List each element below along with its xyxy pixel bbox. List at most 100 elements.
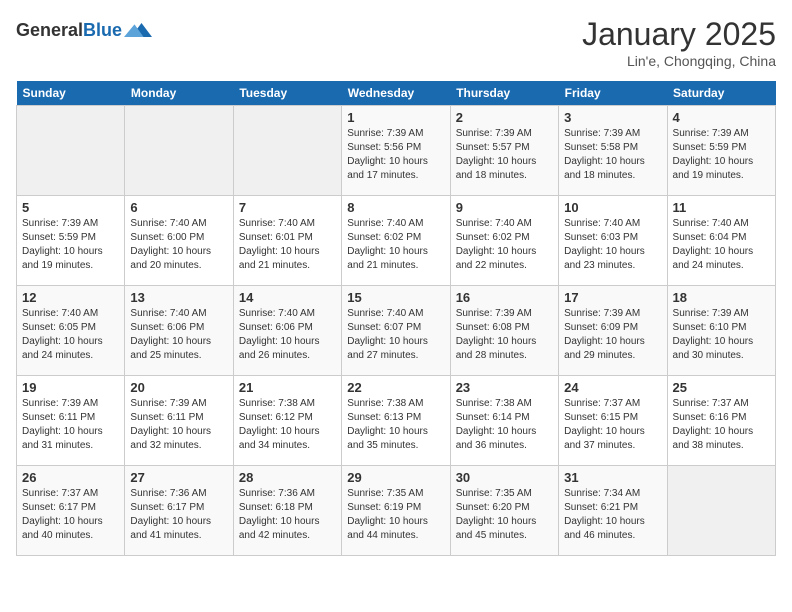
day-header-monday: Monday: [125, 81, 233, 106]
day-info: Sunrise: 7:37 AM Sunset: 6:16 PM Dayligh…: [673, 397, 770, 453]
day-info: Sunrise: 7:36 AM Sunset: 6:17 PM Dayligh…: [130, 487, 227, 543]
calendar-cell: 28 Sunrise: 7:36 AM Sunset: 6:18 PM Dayli…: [233, 466, 341, 556]
day-number: 28: [239, 470, 336, 485]
day-number: 3: [564, 110, 661, 125]
day-header-wednesday: Wednesday: [342, 81, 450, 106]
day-number: 8: [347, 200, 444, 215]
calendar-cell: 13 Sunrise: 7:40 AM Sunset: 6:06 PM Dayli…: [125, 286, 233, 376]
day-info: Sunrise: 7:40 AM Sunset: 6:06 PM Dayligh…: [239, 307, 336, 363]
calendar-cell: 6 Sunrise: 7:40 AM Sunset: 6:00 PM Daylig…: [125, 196, 233, 286]
day-info: Sunrise: 7:36 AM Sunset: 6:18 PM Dayligh…: [239, 487, 336, 543]
day-info: Sunrise: 7:40 AM Sunset: 6:04 PM Dayligh…: [673, 217, 770, 273]
calendar-cell: 26 Sunrise: 7:37 AM Sunset: 6:17 PM Dayli…: [17, 466, 125, 556]
logo: GeneralBlue: [16, 16, 152, 44]
calendar-cell: 8 Sunrise: 7:40 AM Sunset: 6:02 PM Daylig…: [342, 196, 450, 286]
day-number: 19: [22, 380, 119, 395]
day-number: 15: [347, 290, 444, 305]
day-number: 9: [456, 200, 553, 215]
day-info: Sunrise: 7:39 AM Sunset: 6:08 PM Dayligh…: [456, 307, 553, 363]
calendar-cell: 9Sunrise: 7:40 AM Sunset: 6:02 PM Daylig…: [450, 196, 558, 286]
calendar-cell: 12 Sunrise: 7:40 AM Sunset: 6:05 PM Dayli…: [17, 286, 125, 376]
day-info: Sunrise: 7:34 AM Sunset: 6:21 PM Dayligh…: [564, 487, 661, 543]
calendar-cell: 16Sunrise: 7:39 AM Sunset: 6:08 PM Dayli…: [450, 286, 558, 376]
days-header-row: SundayMondayTuesdayWednesdayThursdayFrid…: [17, 81, 776, 106]
calendar-cell: 14 Sunrise: 7:40 AM Sunset: 6:06 PM Dayli…: [233, 286, 341, 376]
logo-icon: [124, 16, 152, 44]
day-number: 5: [22, 200, 119, 215]
calendar-title: January 2025: [582, 16, 776, 53]
day-info: Sunrise: 7:40 AM Sunset: 6:02 PM Dayligh…: [347, 217, 444, 273]
day-info: Sunrise: 7:40 AM Sunset: 6:07 PM Dayligh…: [347, 307, 444, 363]
calendar-cell: 11 Sunrise: 7:40 AM Sunset: 6:04 PM Dayli…: [667, 196, 775, 286]
calendar-cell: 25 Sunrise: 7:37 AM Sunset: 6:16 PM Dayli…: [667, 376, 775, 466]
day-header-friday: Friday: [559, 81, 667, 106]
calendar-cell: 5 Sunrise: 7:39 AM Sunset: 5:59 PM Daylig…: [17, 196, 125, 286]
calendar-cell: 19 Sunrise: 7:39 AM Sunset: 6:11 PM Dayli…: [17, 376, 125, 466]
day-number: 26: [22, 470, 119, 485]
logo-general-text: GeneralBlue: [16, 20, 122, 41]
day-number: 2: [456, 110, 553, 125]
calendar-cell: [233, 106, 341, 196]
calendar-cell: [125, 106, 233, 196]
calendar-cell: [667, 466, 775, 556]
day-number: 31: [564, 470, 661, 485]
day-number: 6: [130, 200, 227, 215]
day-header-sunday: Sunday: [17, 81, 125, 106]
calendar-cell: 23Sunrise: 7:38 AM Sunset: 6:14 PM Dayli…: [450, 376, 558, 466]
calendar-cell: 2 Sunrise: 7:39 AM Sunset: 5:57 PM Daylig…: [450, 106, 558, 196]
calendar-cell: 1 Sunrise: 7:39 AM Sunset: 5:56 PM Daylig…: [342, 106, 450, 196]
day-number: 25: [673, 380, 770, 395]
day-info: Sunrise: 7:39 AM Sunset: 6:11 PM Dayligh…: [130, 397, 227, 453]
calendar-cell: 22 Sunrise: 7:38 AM Sunset: 6:13 PM Dayli…: [342, 376, 450, 466]
day-info: Sunrise: 7:39 AM Sunset: 6:09 PM Dayligh…: [564, 307, 661, 363]
day-number: 21: [239, 380, 336, 395]
calendar-week-row: 12 Sunrise: 7:40 AM Sunset: 6:05 PM Dayli…: [17, 286, 776, 376]
day-header-thursday: Thursday: [450, 81, 558, 106]
day-info: Sunrise: 7:39 AM Sunset: 6:11 PM Dayligh…: [22, 397, 119, 453]
day-info: Sunrise: 7:39 AM Sunset: 5:59 PM Dayligh…: [22, 217, 119, 273]
calendar-cell: 4Sunrise: 7:39 AM Sunset: 5:59 PM Daylig…: [667, 106, 775, 196]
day-info: Sunrise: 7:35 AM Sunset: 6:20 PM Dayligh…: [456, 487, 553, 543]
day-number: 7: [239, 200, 336, 215]
day-number: 11: [673, 200, 770, 215]
calendar-cell: 27 Sunrise: 7:36 AM Sunset: 6:17 PM Dayli…: [125, 466, 233, 556]
day-number: 17: [564, 290, 661, 305]
day-info: Sunrise: 7:40 AM Sunset: 6:00 PM Dayligh…: [130, 217, 227, 273]
calendar-cell: 7 Sunrise: 7:40 AM Sunset: 6:01 PM Daylig…: [233, 196, 341, 286]
calendar-cell: 3 Sunrise: 7:39 AM Sunset: 5:58 PM Daylig…: [559, 106, 667, 196]
day-number: 12: [22, 290, 119, 305]
calendar-cell: 21 Sunrise: 7:38 AM Sunset: 6:12 PM Dayli…: [233, 376, 341, 466]
day-info: Sunrise: 7:40 AM Sunset: 6:05 PM Dayligh…: [22, 307, 119, 363]
day-number: 1: [347, 110, 444, 125]
calendar-subtitle: Lin'e, Chongqing, China: [582, 53, 776, 69]
day-info: Sunrise: 7:39 AM Sunset: 5:58 PM Dayligh…: [564, 127, 661, 183]
day-info: Sunrise: 7:40 AM Sunset: 6:01 PM Dayligh…: [239, 217, 336, 273]
calendar-week-row: 19 Sunrise: 7:39 AM Sunset: 6:11 PM Dayli…: [17, 376, 776, 466]
title-area: January 2025 Lin'e, Chongqing, China: [582, 16, 776, 69]
day-info: Sunrise: 7:37 AM Sunset: 6:17 PM Dayligh…: [22, 487, 119, 543]
day-number: 18: [673, 290, 770, 305]
day-number: 30: [456, 470, 553, 485]
calendar-cell: 18 Sunrise: 7:39 AM Sunset: 6:10 PM Dayli…: [667, 286, 775, 376]
day-info: Sunrise: 7:38 AM Sunset: 6:13 PM Dayligh…: [347, 397, 444, 453]
day-info: Sunrise: 7:39 AM Sunset: 5:57 PM Dayligh…: [456, 127, 553, 183]
day-info: Sunrise: 7:38 AM Sunset: 6:12 PM Dayligh…: [239, 397, 336, 453]
calendar-cell: 29 Sunrise: 7:35 AM Sunset: 6:19 PM Dayli…: [342, 466, 450, 556]
day-number: 13: [130, 290, 227, 305]
day-info: Sunrise: 7:37 AM Sunset: 6:15 PM Dayligh…: [564, 397, 661, 453]
day-number: 14: [239, 290, 336, 305]
day-number: 4: [673, 110, 770, 125]
day-number: 22: [347, 380, 444, 395]
day-number: 24: [564, 380, 661, 395]
calendar-cell: 20Sunrise: 7:39 AM Sunset: 6:11 PM Dayli…: [125, 376, 233, 466]
calendar-cell: [17, 106, 125, 196]
calendar-week-row: 5 Sunrise: 7:39 AM Sunset: 5:59 PM Daylig…: [17, 196, 776, 286]
day-info: Sunrise: 7:35 AM Sunset: 6:19 PM Dayligh…: [347, 487, 444, 543]
day-info: Sunrise: 7:39 AM Sunset: 6:10 PM Dayligh…: [673, 307, 770, 363]
day-header-saturday: Saturday: [667, 81, 775, 106]
day-info: Sunrise: 7:40 AM Sunset: 6:06 PM Dayligh…: [130, 307, 227, 363]
calendar-cell: 15 Sunrise: 7:40 AM Sunset: 6:07 PM Dayli…: [342, 286, 450, 376]
day-number: 29: [347, 470, 444, 485]
day-number: 27: [130, 470, 227, 485]
day-info: Sunrise: 7:39 AM Sunset: 5:56 PM Dayligh…: [347, 127, 444, 183]
